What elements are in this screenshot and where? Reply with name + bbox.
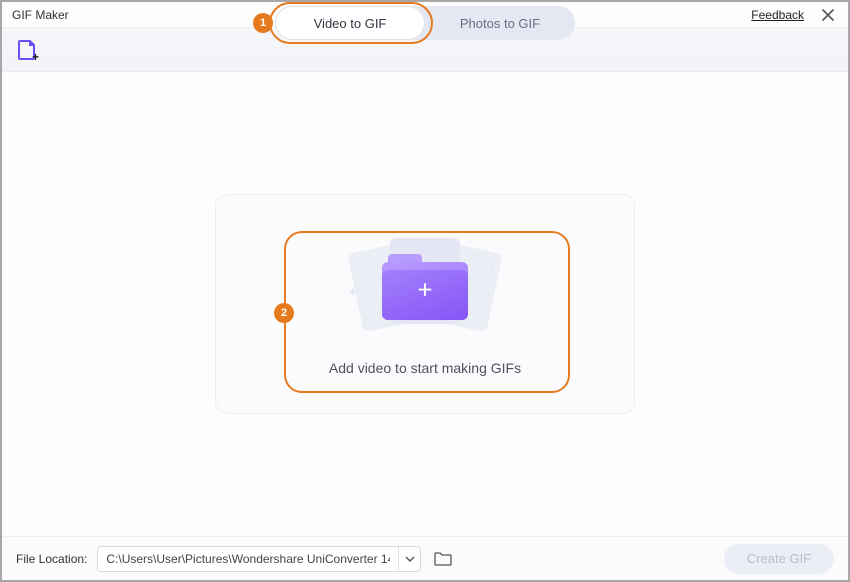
app-logo-icon: + [16, 38, 40, 62]
content-area: ✦ ✦ + Add video to start making GIFs 2 [2, 72, 848, 536]
footer-bar: File Location: Create GIF [2, 536, 848, 580]
file-location-field[interactable] [97, 546, 421, 572]
file-location-label: File Location: [16, 552, 87, 566]
tab-video-to-gif[interactable]: Video to GIF [275, 6, 425, 40]
callout-badge-1: 1 [253, 13, 273, 33]
folder-plus-icon: + [382, 254, 468, 320]
close-button[interactable] [818, 5, 838, 25]
callout-badge-2: 2 [274, 303, 294, 323]
open-folder-button[interactable] [431, 548, 455, 570]
chevron-down-icon [405, 554, 415, 564]
path-dropdown-button[interactable] [398, 547, 420, 571]
gif-maker-window: GIF Maker Feedback + Video to GIF Photos… [0, 0, 850, 582]
window-title: GIF Maker [12, 8, 69, 22]
tab-photos-to-gif[interactable]: Photos to GIF [425, 6, 575, 40]
close-icon [821, 8, 835, 22]
feedback-link[interactable]: Feedback [751, 8, 804, 22]
mode-tab-group: Video to GIF Photos to GIF 1 [275, 6, 575, 40]
tab-label: Video to GIF [314, 16, 387, 31]
folder-icon [434, 551, 452, 567]
dropzone-illustration: ✦ ✦ + [345, 232, 505, 342]
header-bar: + Video to GIF Photos to GIF 1 [2, 28, 848, 72]
dropzone-text: Add video to start making GIFs [329, 360, 521, 376]
create-gif-label: Create GIF [747, 551, 811, 566]
svg-text:+: + [32, 50, 39, 62]
dropzone[interactable]: ✦ ✦ + Add video to start making GIFs 2 [215, 194, 635, 414]
tab-label: Photos to GIF [460, 16, 540, 31]
create-gif-button[interactable]: Create GIF [724, 544, 834, 574]
file-location-input[interactable] [98, 552, 398, 566]
